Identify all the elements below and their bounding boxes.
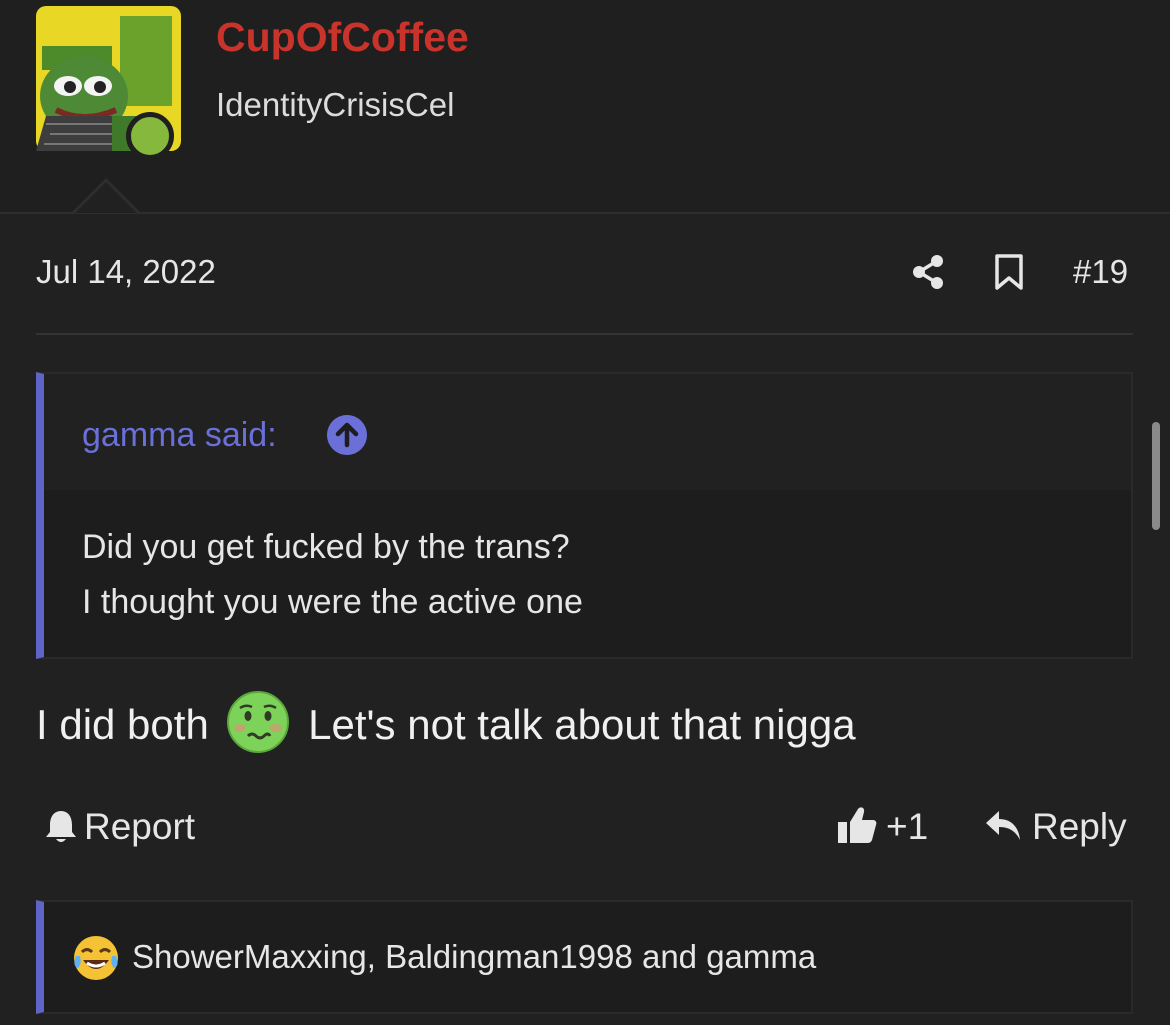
reply-button[interactable]: Reply: [984, 806, 1127, 848]
like-count: +1: [886, 806, 929, 847]
arrow-up-circle-icon[interactable]: [327, 415, 367, 455]
post-body: I did both Let's not talk about that nig…: [36, 691, 856, 760]
post-header: CupOfCoffee IdentityCrisisCel: [0, 0, 1170, 214]
share-icon[interactable]: [910, 254, 946, 290]
post-number-link[interactable]: #19: [1073, 253, 1128, 291]
scrollbar[interactable]: [1152, 422, 1160, 530]
nauseated-face-emoji: [227, 691, 290, 753]
thumbs-up-icon: [838, 807, 877, 844]
divider: [36, 333, 1133, 335]
post-body-text: Let's not talk about that nigga: [308, 701, 856, 749]
quote-header: gamma said:: [44, 374, 1131, 490]
header-pointer-inner: [75, 182, 137, 213]
bell-icon: [46, 811, 76, 843]
reply-icon: [986, 811, 1020, 841]
reply-label: Reply: [1032, 806, 1127, 847]
reactions-bar[interactable]: ShowerMaxxing, Baldingman1998 and gamma: [36, 900, 1133, 1014]
quote-text-line: I thought you were the active one: [82, 583, 583, 621]
post-username[interactable]: CupOfCoffee: [216, 14, 469, 61]
post-date[interactable]: Jul 14, 2022: [36, 253, 216, 291]
online-status-indicator: [126, 112, 174, 160]
quote-text-line: Did you get fucked by the trans?: [82, 528, 570, 566]
quote-block: gamma said: Did you get fucked by the tr…: [36, 372, 1133, 659]
bookmark-icon[interactable]: [994, 254, 1024, 290]
reactions-users[interactable]: ShowerMaxxing, Baldingman1998 and gamma: [132, 938, 816, 976]
report-button[interactable]: Report: [44, 806, 195, 848]
like-button[interactable]: +1: [836, 806, 928, 849]
user-title: IdentityCrisisCel: [216, 86, 455, 123]
post-body-text: I did both: [36, 701, 209, 749]
crying-laughing-face-emoji: [74, 936, 118, 980]
quote-author-link[interactable]: gamma said:: [82, 416, 277, 455]
report-label: Report: [84, 806, 196, 847]
